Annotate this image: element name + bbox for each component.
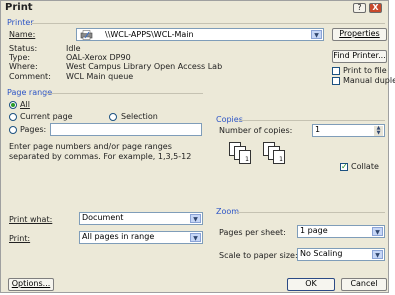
print-to-file-checkbox[interactable]: [332, 67, 340, 75]
collate-label: Collate: [351, 162, 379, 171]
print-to-file-label: Print to file: [343, 66, 387, 75]
printer-name-select[interactable]: \\WCL-APPS\WCL-Main ▼: [76, 28, 324, 41]
cancel-button[interactable]: Cancel: [341, 278, 387, 291]
print-what-value: Document: [82, 213, 124, 222]
pages-per-sheet-label: Pages per sheet:: [219, 228, 286, 237]
printer-icon: [80, 30, 93, 40]
comment-value: WCL Main queue: [66, 72, 134, 81]
print-label: Print:: [9, 234, 31, 243]
find-printer-button[interactable]: Find Printer...: [332, 50, 387, 63]
status-value: Idle: [66, 44, 81, 53]
where-label: Where:: [9, 62, 38, 71]
manual-duplex-checkbox[interactable]: [332, 77, 340, 85]
print-select[interactable]: All pages in range ▼: [79, 231, 203, 244]
cancel-label: Cancel: [350, 279, 378, 288]
options-button[interactable]: Options...: [8, 278, 54, 291]
printer-name-label: Name:: [9, 30, 36, 39]
type-label: Type:: [9, 53, 31, 62]
current-page-radio[interactable]: [9, 113, 17, 121]
scale-to-paper-size-select[interactable]: No Scaling ▼: [297, 248, 385, 261]
all-pages-label: All: [20, 100, 30, 109]
spin-down-icon[interactable]: ▼: [374, 131, 383, 136]
pages-per-sheet-value: 1 page: [300, 226, 328, 235]
print-what-label: Print what:: [9, 215, 53, 224]
find-printer-label: Find Printer...: [333, 51, 386, 60]
properties-button[interactable]: Properties: [332, 28, 387, 41]
print-dialog: Print ? X Printer Name: \\WCL-APPS\WCL-M…: [0, 0, 395, 293]
copies-group-rule: [239, 120, 385, 121]
printer-group-rule: [31, 23, 385, 24]
manual-duplex-label: Manual duplex: [343, 76, 395, 85]
chevron-down-icon[interactable]: ▼: [311, 30, 322, 39]
page-range-hint: Enter page numbers and/or page ranges se…: [9, 142, 192, 161]
printer-group-label: Printer: [7, 18, 34, 27]
copies-value: 1: [315, 125, 321, 134]
ok-button[interactable]: OK: [287, 278, 335, 291]
comment-label: Comment:: [9, 72, 51, 81]
selection-label: Selection: [121, 112, 158, 121]
print-value: All pages in range: [82, 232, 155, 241]
collate-page: 1: [239, 150, 251, 164]
title-bar: Print ? X: [1, 1, 388, 15]
chevron-down-icon[interactable]: ▼: [190, 214, 201, 223]
pages-input[interactable]: [50, 123, 202, 136]
where-value: West Campus Library Open Access Lab: [66, 62, 223, 71]
chevron-down-icon[interactable]: ▼: [190, 233, 201, 242]
selection-radio[interactable]: [109, 113, 117, 121]
pages-per-sheet-select[interactable]: 1 page ▼: [297, 225, 385, 238]
window-title: Print: [5, 2, 33, 13]
print-what-select[interactable]: Document ▼: [79, 212, 203, 225]
chevron-down-icon[interactable]: ▼: [372, 250, 383, 259]
collate-page: 1: [273, 150, 285, 164]
number-of-copies-label: Number of copies:: [219, 126, 293, 135]
properties-label: Properties: [339, 29, 380, 38]
close-button[interactable]: X: [369, 3, 382, 13]
copies-spinner[interactable]: 1 ▲ ▼: [312, 124, 385, 137]
zoom-group-rule: [236, 212, 385, 213]
pages-label: Pages:: [20, 125, 47, 134]
collate-checkbox[interactable]: ✓: [340, 163, 348, 171]
pages-radio[interactable]: [9, 126, 17, 134]
type-value: OAL-Xerox DP90: [66, 53, 131, 62]
help-button[interactable]: ?: [353, 3, 366, 13]
ok-label: OK: [305, 279, 317, 288]
page-range-group-rule: [45, 93, 203, 94]
scale-to-paper-size-label: Scale to paper size:: [219, 251, 298, 260]
chevron-down-icon[interactable]: ▼: [372, 227, 383, 236]
status-label: Status:: [9, 44, 38, 53]
scale-to-paper-size-value: No Scaling: [300, 249, 343, 258]
all-pages-radio[interactable]: [9, 101, 17, 109]
spin-icon[interactable]: ▲ ▼: [374, 126, 383, 136]
options-label: Options...: [11, 279, 51, 288]
current-page-label: Current page: [20, 112, 73, 121]
printer-name-value: \\WCL-APPS\WCL-Main: [105, 30, 194, 39]
